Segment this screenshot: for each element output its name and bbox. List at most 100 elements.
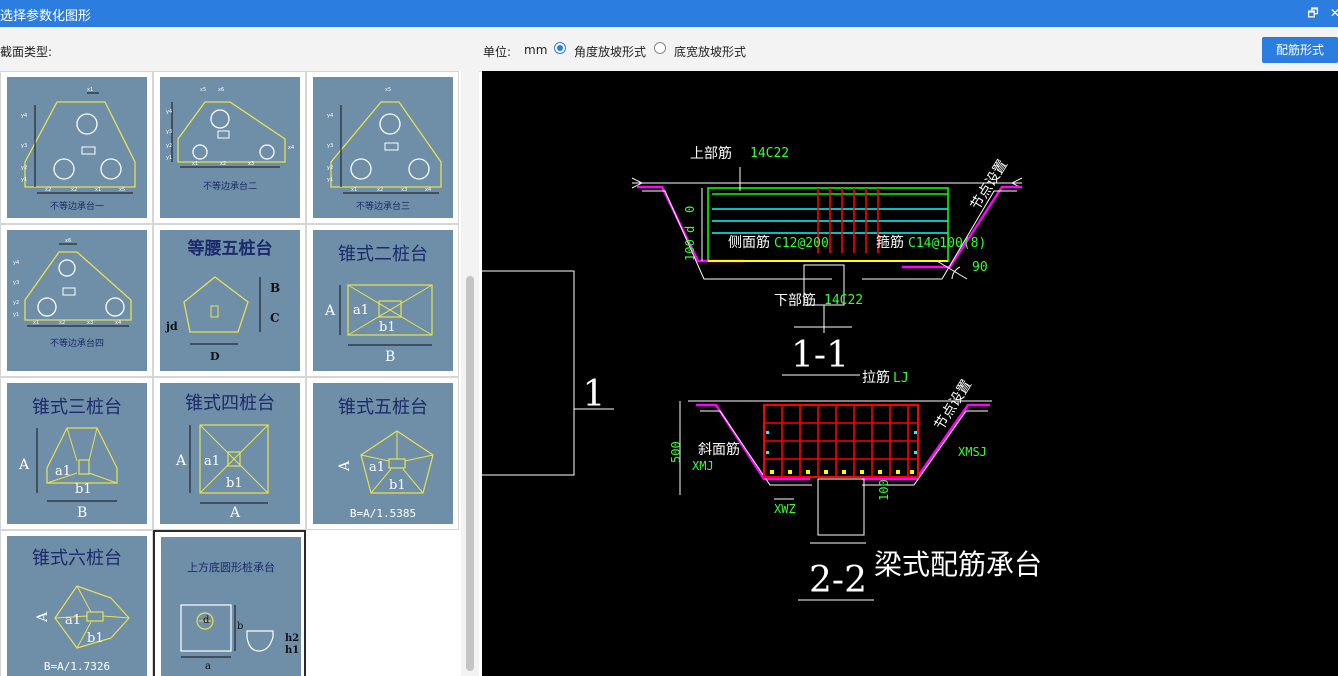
shape-caption: 不等边承台二 <box>203 180 257 192</box>
dim-label: B <box>270 281 280 295</box>
unequal-cap-4-drawing: x6 y4 y3 y2 y1 x1 x2 x3 x4 不等边承台四 <box>7 230 147 371</box>
tag: y4 <box>21 113 27 119</box>
tag: y3 <box>21 143 27 149</box>
shape-thumb-unequal-1[interactable]: x1 y4 y3 y2 y1 x2 x2 x1 x5 不等边承台一 <box>0 71 153 224</box>
dim-label: D <box>210 350 220 363</box>
slope-rebar-label: 斜面筋 <box>698 441 740 458</box>
dim-label: B=A/1.7326 <box>44 660 110 673</box>
tag: x1 <box>192 161 198 167</box>
dim-label: b <box>237 621 243 632</box>
tag: y3 <box>327 143 333 149</box>
close-icon[interactable]: ✕ <box>1326 4 1338 22</box>
dim-label: h1 <box>285 645 299 656</box>
dim-label: A <box>35 611 51 623</box>
round-pile-cap-drawing: 上方底圆形桩承台 d b a h2 h1 <box>161 537 301 676</box>
window-title: 选择参数化图形 <box>0 9 92 24</box>
top-rebar-value: 14C22 <box>750 146 789 161</box>
shape-thumb-cone-two[interactable]: 锥式二桩台 A a1 b1 B <box>306 224 459 377</box>
dim-label: C <box>270 311 280 325</box>
dim-label: B <box>385 349 395 365</box>
cone-three-drawing: 锥式三桩台 A a1 b1 B <box>7 383 147 524</box>
toolbar: 截面类型: 单位: mm 角度放坡形式 底宽放坡形式 配筋形式 <box>0 27 1338 72</box>
title-bar: 选择参数化图形 🗗 ✕ <box>0 0 1338 27</box>
unequal-cap-1-drawing: x1 y4 y3 y2 y1 x2 x2 x1 x5 不等边承台一 <box>7 77 147 218</box>
dim-label: A <box>229 505 241 521</box>
cone-five-drawing: 锥式五桩台 A a1 b1 B=A/1.5385 <box>313 383 453 524</box>
tag: x3 <box>401 187 407 193</box>
stirrup-value: C14@100(8) <box>908 236 986 251</box>
tag: x4 <box>115 320 121 326</box>
bottom-rebar-label: 下部筋 <box>774 292 816 309</box>
shape-caption: 不等边承台三 <box>356 200 410 212</box>
tag: x2 <box>220 161 226 167</box>
shape-thumb-unequal-3[interactable]: x5 y4 y3 y2 y1 x1 x2 x3 x4 不等边承台三 <box>306 71 459 224</box>
dim-label: h2 <box>285 633 299 644</box>
dim-label: A <box>337 460 353 472</box>
tie-rebar-value: LJ <box>893 371 909 386</box>
shape-thumb-cone-three[interactable]: 锥式三桩台 A a1 b1 B <box>0 377 153 530</box>
tag: y4 <box>327 113 333 119</box>
dim-label: A <box>324 303 336 319</box>
tag: x1 <box>95 187 101 193</box>
scrollbar-thumb[interactable] <box>466 276 474 671</box>
restore-icon[interactable]: 🗗 <box>1304 4 1322 22</box>
section-type-label: 截面类型: <box>0 45 53 59</box>
top-rebar-label: 上部筋 <box>690 145 732 162</box>
section-2-label: 2-2 <box>809 560 867 601</box>
dim-h: 100 <box>683 239 697 261</box>
shape-caption: 不等边承台一 <box>50 200 104 212</box>
tag: x1 <box>87 87 93 93</box>
tag: x5 <box>385 87 391 93</box>
preview-pane: 1 上部筋 14C22 侧面筋 C12@200 箍筋 C14@100(8) 下部… <box>482 71 1338 676</box>
isosceles-five-drawing: 等腰五桩台 B C jd D <box>160 230 300 371</box>
width-slope-radio[interactable] <box>654 42 666 54</box>
dim-label: b1 <box>226 476 243 491</box>
tag: x1 <box>351 187 357 193</box>
shape-title: 上方底圆形桩承台 <box>187 560 275 574</box>
side-rebar-value: C12@200 <box>774 236 829 251</box>
tag: y4 <box>166 109 172 115</box>
tag: x4 <box>288 145 294 151</box>
cone-six-drawing: 锥式六桩台 A a1 b1 B=A/1.7326 <box>7 536 147 676</box>
tag: x2 <box>71 187 77 193</box>
unequal-cap-3-drawing: x5 y4 y3 y2 y1 x1 x2 x3 x4 不等边承台三 <box>313 77 453 218</box>
tag: x4 <box>425 187 431 193</box>
cone-four-drawing: 锥式四桩台 A a1 b1 A <box>160 383 300 524</box>
shape-thumb-round-pile-cap[interactable]: 上方底圆形桩承台 d b a h2 h1 <box>153 530 306 676</box>
shape-thumb-cone-five[interactable]: 锥式五桩台 A a1 b1 B=A/1.5385 <box>306 377 459 530</box>
shape-thumb-isosceles-five[interactable]: 等腰五桩台 B C jd D <box>153 224 306 377</box>
rebar-form-button[interactable]: 配筋形式 <box>1262 37 1338 63</box>
tag: x3 <box>87 320 93 326</box>
tag: x2 <box>59 320 65 326</box>
dim-d: d <box>683 226 697 233</box>
stirrup-label: 箍筋 <box>876 234 904 251</box>
tag: x3 <box>248 161 254 167</box>
side-label: 1 <box>583 374 606 415</box>
tag: x5 <box>119 187 125 193</box>
angle-slope-label[interactable]: 角度放坡形式 <box>574 43 646 60</box>
tag: y2 <box>327 165 333 171</box>
shape-thumb-cone-six[interactable]: 锥式六桩台 A a1 b1 B=A/1.7326 <box>0 530 153 676</box>
beam-cap-drawing: 1 上部筋 14C22 侧面筋 C12@200 箍筋 C14@100(8) 下部… <box>482 145 1042 601</box>
dim-label: B=A/1.5385 <box>350 507 416 520</box>
tag: x2 <box>45 187 51 193</box>
unit-value: mm <box>524 43 548 57</box>
shape-title: 锥式四桩台 <box>185 393 275 414</box>
shape-title: 等腰五桩台 <box>188 238 273 259</box>
dim-label: a1 <box>353 303 369 318</box>
cone-two-drawing: 锥式二桩台 A a1 b1 B <box>313 230 453 371</box>
slope-code-right: XMSJ <box>958 445 987 459</box>
shape-thumb-unequal-2[interactable]: x5 x6 y4 y3 y2 y1 x1 x2 x3 x4 不等边承台二 <box>153 71 306 224</box>
dim-label: b1 <box>389 478 406 493</box>
tag: y1 <box>21 177 27 183</box>
angle-value: 90 <box>972 260 988 275</box>
angle-slope-radio[interactable] <box>554 42 566 54</box>
dim-label: d <box>203 615 210 626</box>
width-slope-label[interactable]: 底宽放坡形式 <box>674 43 746 60</box>
grid-scrollbar[interactable] <box>461 71 479 676</box>
shape-thumb-unequal-4[interactable]: x6 y4 y3 y2 y1 x1 x2 x3 x4 不等边承台四 <box>0 224 153 377</box>
figure-title: 梁式配筋承台 <box>874 548 1042 581</box>
shape-thumb-cone-four[interactable]: 锥式四桩台 A a1 b1 A <box>153 377 306 530</box>
shape-grid: x1 y4 y3 y2 y1 x2 x2 x1 x5 不等边承台一 x5 x6 … <box>0 71 479 676</box>
bottom-rebar-value: 14C22 <box>824 293 863 308</box>
